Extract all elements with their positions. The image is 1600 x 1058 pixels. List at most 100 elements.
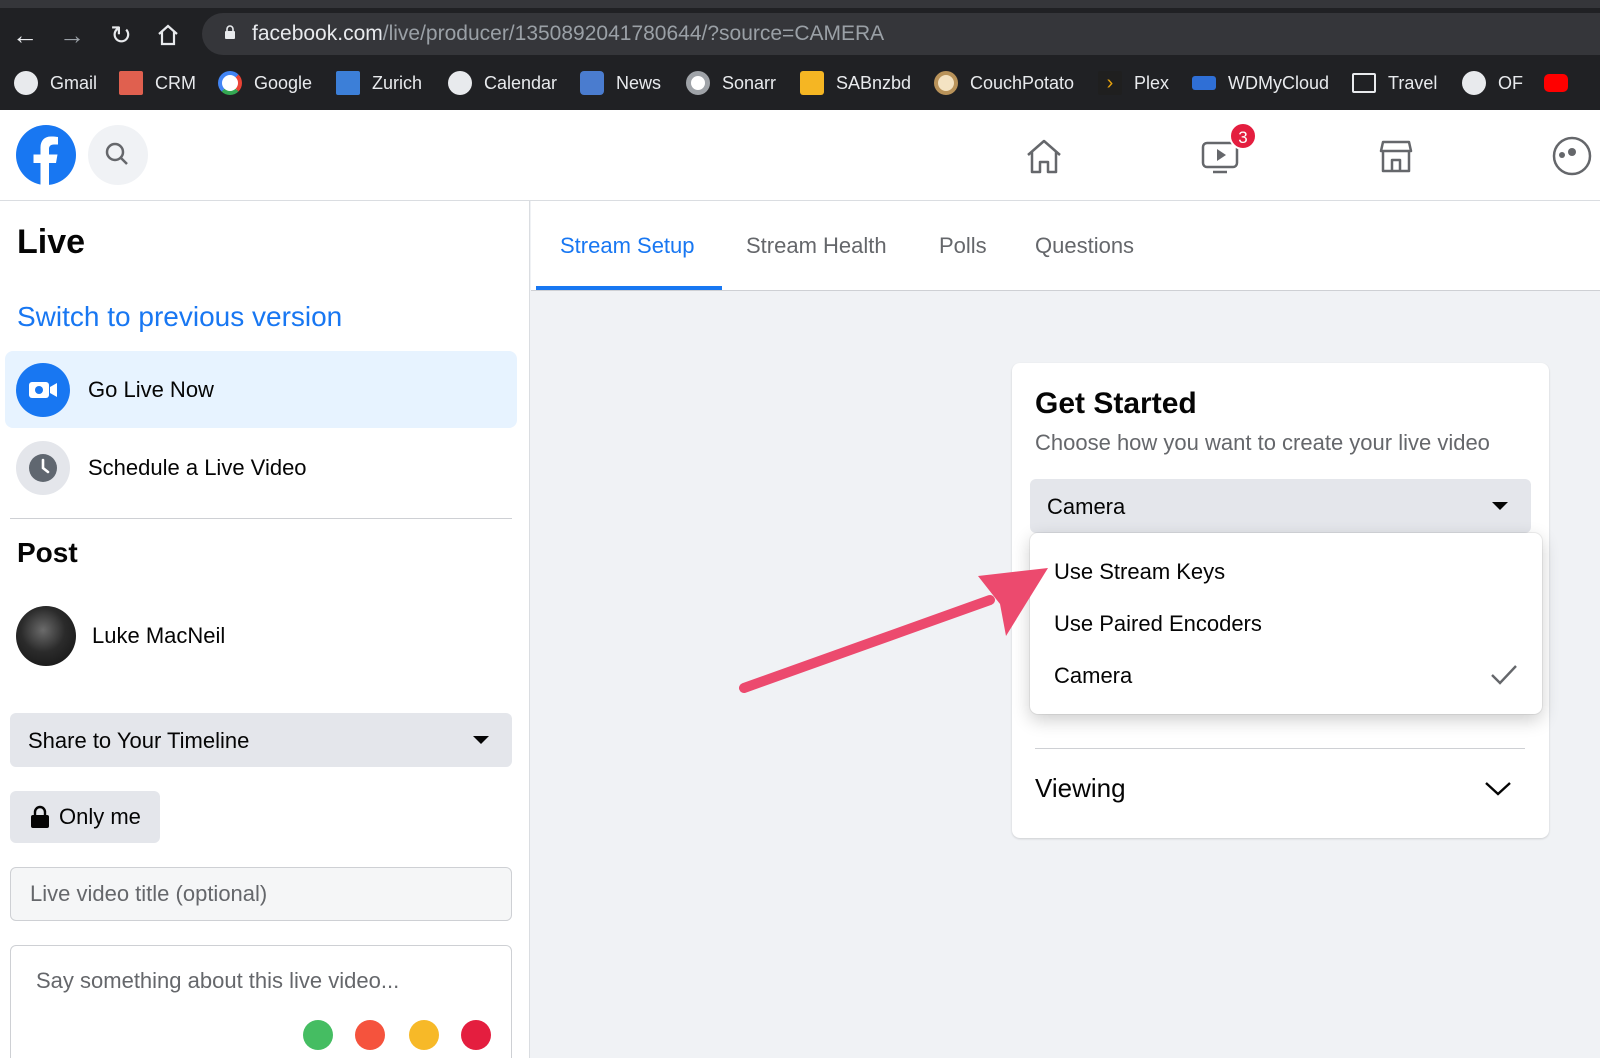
- bookmark-label: Zurich: [372, 72, 423, 93]
- checkmark-icon: [1491, 665, 1517, 685]
- bookmark-plex[interactable]: › Plex: [1098, 68, 1169, 98]
- bookmark-crm[interactable]: CRM: [119, 68, 196, 98]
- lock-icon: [31, 805, 49, 828]
- bookmark-youtube[interactable]: [1544, 68, 1580, 98]
- privacy-label: Only me: [59, 804, 141, 829]
- dsm-icon: [336, 71, 360, 95]
- option-label: Use Stream Keys: [1054, 559, 1226, 584]
- sidebar-title: Live: [17, 223, 86, 261]
- tag-people-icon[interactable]: [303, 1020, 333, 1050]
- watch-notification-badge: 3: [1229, 122, 1257, 150]
- live-title-input[interactable]: [10, 867, 512, 921]
- globe-icon: [1462, 71, 1486, 95]
- bookmark-label: Gmail: [50, 72, 98, 93]
- bookmark-label: Calendar: [484, 72, 558, 93]
- search-button[interactable]: [88, 125, 148, 185]
- description-input[interactable]: Say something about this live video...: [10, 945, 512, 1058]
- groups-nav-icon[interactable]: [1550, 134, 1594, 178]
- reload-icon[interactable]: ↻: [104, 18, 138, 52]
- url-path: /live/producer/1350892041780644/?source=…: [382, 22, 885, 45]
- video-source-select[interactable]: Camera: [1030, 479, 1531, 533]
- bookmark-label: Google: [254, 72, 313, 93]
- active-tab-indicator: [536, 286, 722, 290]
- live-sidebar: Live Switch to previous version Go Live …: [0, 201, 530, 1058]
- couchpotato-icon: [934, 71, 958, 95]
- tab-questions[interactable]: Questions: [1035, 233, 1134, 259]
- bookmark-label: Plex: [1134, 72, 1170, 93]
- bookmark-wdmycloud[interactable]: WDMyCloud: [1192, 68, 1329, 98]
- bookmark-label: OF: [1498, 72, 1523, 93]
- sabnzbd-icon: [800, 71, 824, 95]
- bookmark-zurich[interactable]: Zurich: [336, 68, 422, 98]
- tab-polls[interactable]: Polls: [939, 233, 987, 259]
- url-text: facebook.com/live/producer/1350892041780…: [252, 22, 884, 46]
- bookmark-sabnzbd[interactable]: SABnzbd: [800, 68, 911, 98]
- share-destination-label: Share to Your Timeline: [28, 728, 250, 753]
- bookmark-label: Travel: [1388, 72, 1438, 93]
- video-camera-icon: [16, 362, 70, 417]
- back-icon[interactable]: ←: [8, 18, 42, 52]
- card-divider: [1035, 748, 1525, 749]
- annotation-arrow-shaft: [739, 595, 995, 693]
- chevron-down-icon[interactable]: [1484, 781, 1512, 797]
- bookmark-label: SABnzbd: [836, 72, 912, 93]
- feeling-icon[interactable]: [409, 1020, 439, 1050]
- post-heading: Post: [17, 537, 78, 568]
- bookmark-sonarr[interactable]: Sonarr: [686, 68, 776, 98]
- tab-strip: [0, 0, 1600, 8]
- card-title: Get Started: [1035, 387, 1197, 420]
- switch-version-link[interactable]: Switch to previous version: [17, 301, 342, 333]
- globe-icon: [14, 71, 38, 95]
- check-in-icon[interactable]: [355, 1020, 385, 1050]
- sidebar-item-go-live-now[interactable]: Go Live Now: [5, 351, 517, 428]
- bookmark-news[interactable]: News: [580, 68, 661, 98]
- bookmark-gmail[interactable]: Gmail: [14, 68, 97, 98]
- bookmark-label: CouchPotato: [970, 72, 1075, 93]
- sidebar-divider: [10, 518, 512, 519]
- option-use-paired-encoders[interactable]: Use Paired Encoders: [1030, 598, 1542, 650]
- crm-icon: [119, 71, 143, 95]
- globe-icon: [448, 71, 472, 95]
- bookmarks-bar: Gmail CRM Google Zurich Calendar News So…: [0, 64, 1600, 104]
- folder-icon: [1352, 73, 1376, 93]
- caret-down-icon: [1492, 502, 1508, 510]
- bookmark-calendar[interactable]: Calendar: [448, 68, 557, 98]
- address-bar[interactable]: facebook.com/live/producer/1350892041780…: [202, 13, 1600, 55]
- support-nonprofit-icon[interactable]: [461, 1020, 491, 1050]
- card-subtitle: Choose how you want to create your live …: [1035, 430, 1490, 455]
- description-placeholder: Say something about this live video...: [36, 968, 400, 993]
- caret-down-icon: [473, 736, 489, 744]
- wd-icon: [1192, 76, 1216, 90]
- forward-icon[interactable]: →: [55, 18, 89, 52]
- video-source-dropdown: Use Stream Keys Use Paired Encoders Came…: [1030, 533, 1542, 714]
- avatar[interactable]: [16, 606, 76, 666]
- sidebar-item-label: Schedule a Live Video: [88, 454, 307, 480]
- home-icon[interactable]: [151, 18, 185, 52]
- bookmark-label: WDMyCloud: [1228, 72, 1330, 93]
- bookmark-google[interactable]: Google: [218, 68, 312, 98]
- option-use-stream-keys[interactable]: Use Stream Keys: [1030, 546, 1542, 598]
- bookmark-couchpotato[interactable]: CouchPotato: [934, 68, 1074, 98]
- option-label: Use Paired Encoders: [1054, 611, 1262, 636]
- option-camera[interactable]: Camera: [1030, 650, 1542, 702]
- bookmark-of[interactable]: OF: [1462, 68, 1523, 98]
- share-destination-select[interactable]: Share to Your Timeline: [10, 713, 512, 767]
- sidebar-item-schedule[interactable]: Schedule a Live Video: [5, 429, 517, 506]
- marketplace-nav-icon[interactable]: [1374, 134, 1418, 178]
- producer-tabs: Stream Setup Stream Health Polls Questio…: [531, 201, 1600, 291]
- tab-stream-setup[interactable]: Stream Setup: [560, 233, 695, 259]
- privacy-button[interactable]: Only me: [10, 791, 160, 843]
- google-icon: [218, 71, 242, 95]
- option-label: Camera: [1054, 663, 1133, 688]
- browser-toolbar: ← → ↻ facebook.com/live/producer/1350892…: [0, 0, 1600, 110]
- home-nav-icon[interactable]: [1022, 134, 1066, 178]
- facebook-logo-icon[interactable]: [16, 125, 76, 185]
- user-name[interactable]: Luke MacNeil: [92, 623, 225, 649]
- viewing-section-label[interactable]: Viewing: [1035, 773, 1126, 804]
- bookmark-travel[interactable]: Travel: [1352, 68, 1437, 98]
- tab-stream-health[interactable]: Stream Health: [746, 233, 887, 259]
- clock-icon: [16, 440, 70, 495]
- bookmark-label: Sonarr: [722, 72, 777, 93]
- bookmark-label: News: [616, 72, 662, 93]
- lock-icon: [225, 25, 235, 39]
